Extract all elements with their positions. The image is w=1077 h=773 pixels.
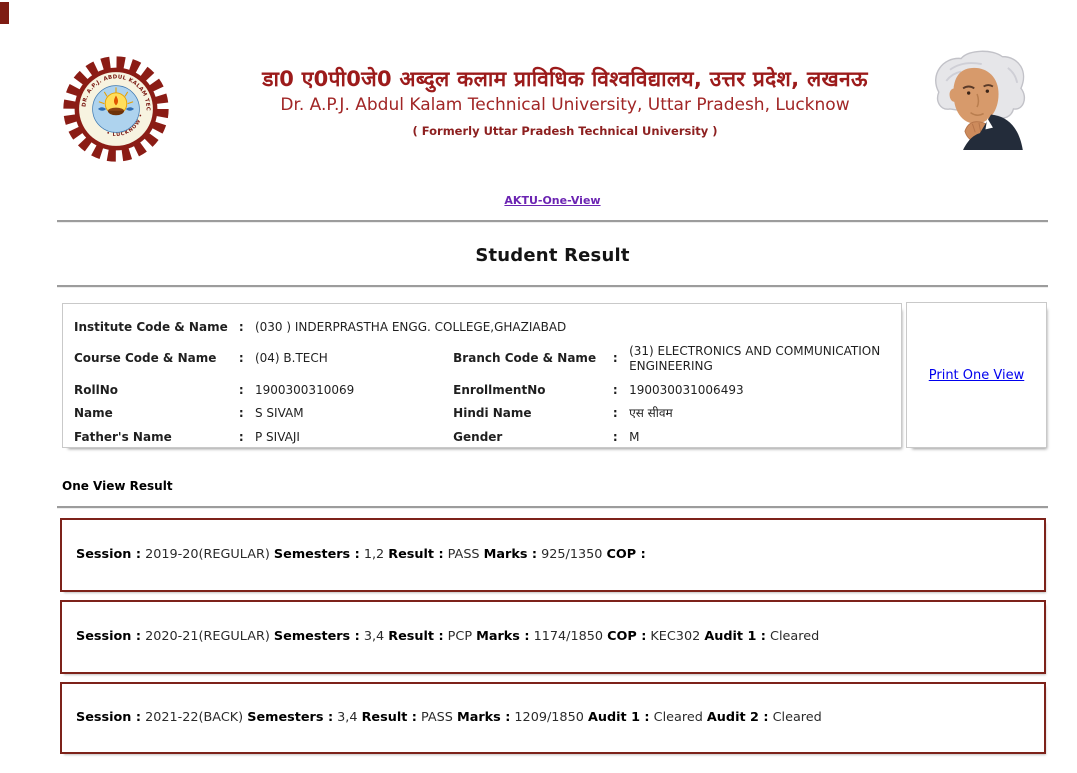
info-value: (04) B.TECH (254, 351, 328, 366)
info-label: Name (74, 406, 113, 421)
result-field-label: COP : (607, 629, 647, 645)
info-colon: : (612, 406, 618, 421)
result-field-label: Session : (76, 547, 141, 563)
result-field-label: Semesters : (247, 710, 334, 726)
university-title-hindi: डा0 ए0पी0जे0 अब्दुल कलाम प्राविधिक विश्व… (262, 67, 868, 91)
result-field-label: Marks : (456, 710, 511, 726)
kalam-portrait-icon (935, 50, 1026, 150)
session-result-box: Session : 2019-20(REGULAR) Semesters : 1… (60, 518, 1046, 592)
info-colon: : (238, 382, 244, 397)
result-field-label: COP : (606, 547, 646, 563)
university-formerly-note: ( Formerly Uttar Pradesh Technical Unive… (412, 124, 718, 139)
session-result-box: Session : 2021-22(BACK) Semesters : 3,4 … (60, 682, 1046, 754)
info-row: RollNo:1900300310069 EnrollmentNo:1900300… (74, 379, 892, 403)
nav-row: AKTU-One-View (57, 189, 1048, 208)
page-corner-artifact (0, 2, 9, 24)
info-colon: : (238, 351, 244, 366)
info-row: Course Code & Name: (04) B.TECH Branch Cod… (74, 340, 892, 379)
university-title-block: डा0 ए0पी0जे0 अब्दुल कलाम प्राविधिक विश्व… (180, 66, 950, 138)
info-value: P SIVAJI (254, 429, 300, 444)
result-field-label: Semesters : (273, 547, 360, 563)
university-logo: DR. A.P.J. ABDUL KALAM TECHNICAL UNIVERS… (59, 51, 170, 163)
divider-above-results (57, 506, 1048, 509)
info-colon: : (238, 320, 244, 334)
student-info-table: Institute Code & Name: (030 ) INDERPRASTH… (74, 316, 892, 450)
info-colon: : (612, 382, 618, 397)
result-field-label: Session : (76, 710, 141, 726)
info-label: Father's Name (74, 429, 172, 444)
print-one-view-panel: Print One View (906, 302, 1047, 448)
info-row: Father's Name: P SIVAJI Gender: M (74, 426, 892, 450)
result-field-label: Result : (388, 629, 444, 645)
divider-below-title (57, 285, 1048, 288)
info-colon: : (238, 406, 244, 421)
result-field-label: Audit 1 : (587, 710, 650, 726)
divider-top (57, 220, 1048, 223)
aktu-one-view-link[interactable]: AKTU-One-View (504, 194, 600, 207)
session-result-text: Session : 2020-21(REGULAR) Semesters : 3… (76, 629, 824, 645)
info-label: Gender (453, 429, 503, 444)
info-value: 1900300310069 (254, 382, 355, 397)
info-value: 190030031006493 (629, 382, 744, 397)
student-info-panel: Institute Code & Name: (030 ) INDERPRASTH… (62, 303, 902, 448)
info-label: Course Code & Name (74, 351, 217, 366)
result-field-label: Marks : (476, 629, 530, 645)
print-one-view-link[interactable]: Print One View (929, 368, 1025, 383)
info-value: S SIVAM (254, 406, 304, 421)
university-title-english: Dr. A.P.J. Abdul Kalam Technical Univers… (280, 95, 850, 116)
info-label: Institute Code & Name (74, 320, 228, 334)
result-field-label: Result : (388, 547, 444, 563)
student-result-page: DR. A.P.J. ABDUL KALAM TECHNICAL UNIVERS… (0, 0, 1077, 773)
result-field-label: Audit 2 : (706, 710, 769, 726)
university-logo-icon: DR. A.P.J. ABDUL KALAM TECHNICAL UNIVERS… (59, 51, 169, 162)
kalam-portrait-image (922, 48, 1034, 153)
info-row: Institute Code & Name: (030 ) INDERPRASTH… (74, 316, 892, 340)
result-field-label: Semesters : (273, 629, 360, 645)
page-title: Student Result (475, 245, 630, 266)
info-row: Name: S SIVAM Hindi Name: एस सीवम (74, 402, 892, 426)
info-label: EnrollmentNo (453, 382, 546, 397)
info-label: RollNo (74, 382, 118, 397)
result-field-label: Result : (361, 710, 417, 726)
result-field-label: Marks : (483, 547, 538, 563)
info-value: एस सीवम (629, 406, 673, 421)
result-field-label: Audit 1 : (704, 629, 766, 645)
one-view-result-heading: One View Result (62, 479, 173, 493)
session-result-text: Session : 2021-22(BACK) Semesters : 3,4 … (76, 710, 826, 726)
session-result-box: Session : 2020-21(REGULAR) Semesters : 3… (60, 600, 1046, 674)
info-colon: : (612, 429, 618, 444)
info-value: (31) ELECTRONICS AND COMMUNICATION ENGIN… (629, 343, 881, 374)
result-field-label: Session : (76, 629, 141, 645)
info-label: Branch Code & Name (453, 351, 597, 366)
session-result-text: Session : 2019-20(REGULAR) Semesters : 1… (76, 547, 646, 563)
info-value: M (629, 429, 640, 444)
info-colon: : (612, 351, 618, 366)
info-colon: : (238, 429, 244, 444)
info-label: Hindi Name (453, 406, 532, 421)
info-value: (030 ) INDERPRASTHA ENGG. COLLEGE,GHAZIA… (254, 320, 567, 334)
